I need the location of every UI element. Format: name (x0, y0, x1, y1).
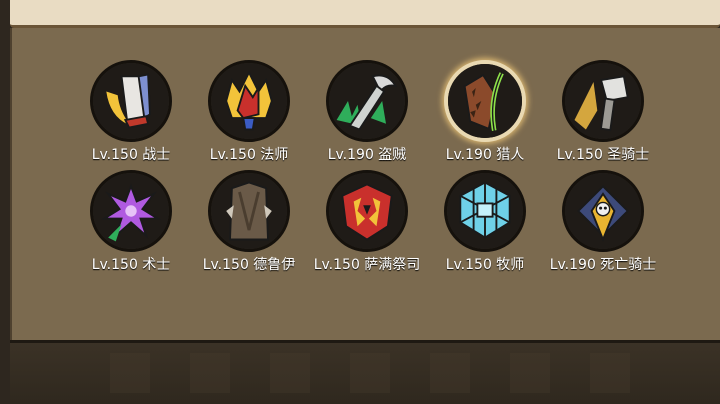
warrior-icon (90, 60, 172, 142)
class-paladin[interactable]: Lv.150 圣骑士 (544, 60, 662, 170)
shaman-icon (326, 170, 408, 252)
class-label: Lv.190 盗贼 (327, 147, 407, 163)
class-label: Lv.150 战士 (91, 147, 171, 163)
class-label: Lv.150 牧师 (445, 257, 525, 273)
hunter-icon (444, 60, 526, 142)
class-label: Lv.150 术士 (91, 257, 171, 273)
priest-icon (444, 170, 526, 252)
class-label: Lv.150 圣骑士 (556, 147, 650, 163)
class-death-knight[interactable]: Lv.190 死亡骑士 (544, 170, 662, 280)
class-hunter[interactable]: Lv.190 猎人 (426, 60, 544, 170)
class-druid[interactable]: Lv.150 德鲁伊 (190, 170, 308, 280)
class-mage[interactable]: Lv.150 法师 (190, 60, 308, 170)
rogue-icon (326, 60, 408, 142)
class-label: Lv.190 死亡骑士 (549, 257, 657, 273)
class-selection-panel: Lv.150 战士 Lv.150 法师 Lv.190 盗贼 Lv.190 猎人 … (10, 28, 720, 340)
class-shaman[interactable]: Lv.150 萨满祭司 (308, 170, 426, 280)
class-label: Lv.150 法师 (209, 147, 289, 163)
bottom-bar (10, 340, 720, 404)
death-knight-icon (562, 170, 644, 252)
footer-decoration (70, 353, 670, 393)
class-label: Lv.190 猎人 (445, 147, 525, 163)
warlock-icon (90, 170, 172, 252)
class-warrior[interactable]: Lv.150 战士 (72, 60, 190, 170)
druid-icon (208, 170, 290, 252)
class-rogue[interactable]: Lv.190 盗贼 (308, 60, 426, 170)
class-label: Lv.150 德鲁伊 (202, 257, 296, 273)
paladin-icon (562, 60, 644, 142)
top-bar (10, 0, 720, 28)
mage-icon (208, 60, 290, 142)
class-priest[interactable]: Lv.150 牧师 (426, 170, 544, 280)
class-warlock[interactable]: Lv.150 术士 (72, 170, 190, 280)
class-label: Lv.150 萨满祭司 (313, 257, 421, 273)
